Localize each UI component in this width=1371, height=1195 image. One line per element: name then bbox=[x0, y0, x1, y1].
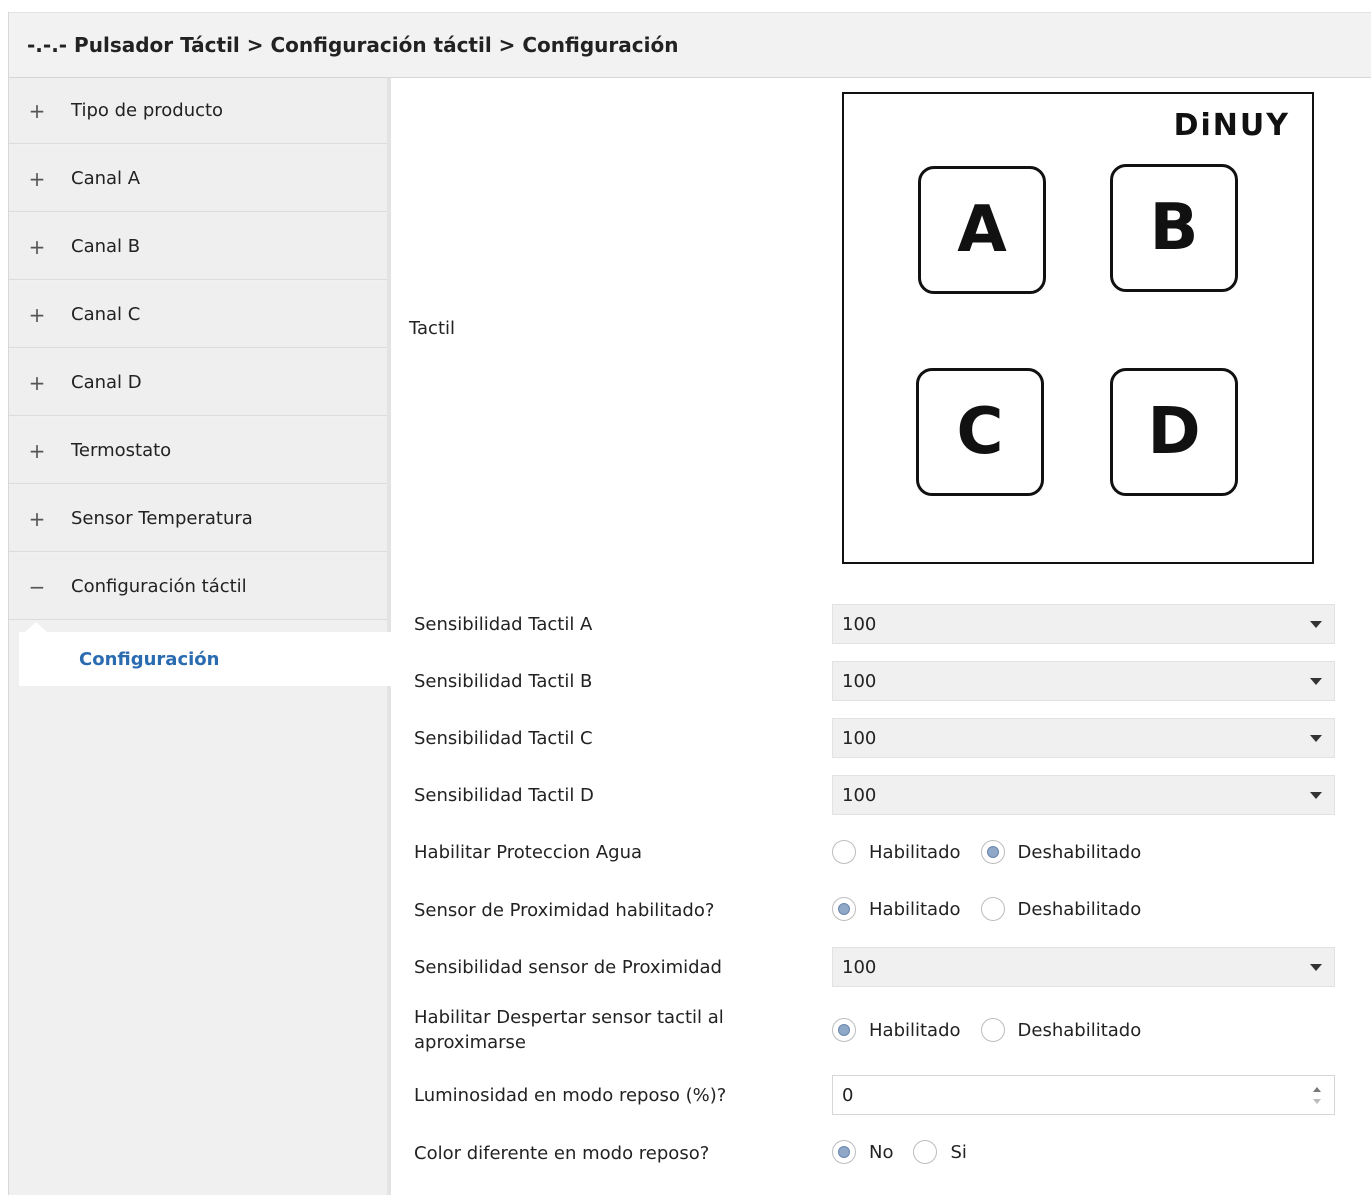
expand-icon: + bbox=[28, 234, 46, 259]
param-label: Luminosidad en modo reposo (%)? bbox=[414, 1085, 727, 1106]
luminosidad-spinbox[interactable]: 0 bbox=[832, 1075, 1335, 1115]
radio-circle-icon bbox=[913, 1140, 938, 1164]
param-label: Habilitar Despertar sensor tactil al apr… bbox=[414, 1005, 724, 1055]
main-panel: Tactil DiNUY A B C D Sensibilidad Tactil… bbox=[391, 78, 1371, 1195]
radio-habilitado[interactable]: Habilitado bbox=[832, 1018, 961, 1042]
key-c: C bbox=[916, 368, 1044, 496]
radio-label: Deshabilitado bbox=[1017, 1019, 1142, 1041]
radio-label: Deshabilitado bbox=[1017, 898, 1142, 920]
radio-circle-icon bbox=[980, 897, 1005, 921]
sidebar-item-canal-d[interactable]: + Canal D bbox=[9, 350, 387, 416]
radio-deshabilitado[interactable]: Deshabilitado bbox=[980, 1018, 1142, 1042]
radio-label: Habilitado bbox=[869, 898, 961, 920]
select-value: 100 bbox=[842, 670, 877, 692]
key-d: D bbox=[1110, 368, 1238, 496]
radio-deshabilitado[interactable]: Deshabilitado bbox=[980, 840, 1142, 864]
radio-circle-selected-icon bbox=[980, 840, 1005, 864]
sensibilidad-tactil-b-select[interactable]: 100 bbox=[832, 661, 1335, 701]
spin-up-icon[interactable] bbox=[1313, 1087, 1321, 1092]
sidebar-subitem-configuracion[interactable]: Configuración bbox=[19, 632, 391, 686]
spin-value: 0 bbox=[842, 1084, 854, 1106]
key-b: B bbox=[1110, 164, 1238, 292]
param-label: Color diferente en modo reposo? bbox=[414, 1143, 710, 1164]
touch-panel-image: DiNUY A B C D bbox=[842, 92, 1314, 564]
expand-icon: + bbox=[28, 506, 46, 531]
param-label: Sensibilidad sensor de Proximidad bbox=[414, 957, 722, 978]
sidebar-item-tipo-de-producto[interactable]: + Tipo de producto bbox=[9, 78, 387, 144]
radio-label: Habilitado bbox=[869, 1019, 961, 1041]
select-value: 100 bbox=[842, 956, 877, 978]
param-label: Habilitar Proteccion Agua bbox=[414, 842, 643, 863]
breadcrumb-title: -.-.- Pulsador Táctil > Configuración tá… bbox=[9, 12, 1371, 78]
param-label: Sensor de Proximidad habilitado? bbox=[414, 900, 715, 921]
sensibilidad-tactil-d-select[interactable]: 100 bbox=[832, 775, 1335, 815]
selection-notch-icon bbox=[25, 622, 47, 632]
radio-habilitado[interactable]: Habilitado bbox=[832, 840, 961, 864]
sidebar-item-canal-a[interactable]: + Canal A bbox=[9, 146, 387, 212]
chevron-down-icon bbox=[1310, 964, 1322, 971]
expand-icon: + bbox=[28, 166, 46, 191]
chevron-down-icon bbox=[1310, 621, 1322, 628]
radio-circle-selected-icon bbox=[832, 1018, 856, 1042]
sensor-proximidad-radio-group: Habilitado Deshabilitado bbox=[832, 897, 1161, 921]
sensibilidad-proximidad-select[interactable]: 100 bbox=[832, 947, 1335, 987]
expand-icon: + bbox=[28, 302, 46, 327]
radio-label: Deshabilitado bbox=[1017, 841, 1142, 863]
sensibilidad-tactil-a-select[interactable]: 100 bbox=[832, 604, 1335, 644]
radio-no[interactable]: No bbox=[832, 1140, 893, 1164]
param-label: Sensibilidad Tactil B bbox=[414, 671, 593, 692]
color-reposo-radio-group: No Si bbox=[832, 1140, 987, 1164]
select-value: 100 bbox=[842, 784, 877, 806]
chevron-down-icon bbox=[1310, 678, 1322, 685]
tactil-label: Tactil bbox=[409, 318, 456, 339]
sensibilidad-tactil-c-select[interactable]: 100 bbox=[832, 718, 1335, 758]
sidebar-item-sensor-temperatura[interactable]: + Sensor Temperatura bbox=[9, 486, 387, 552]
sidebar-item-label: Canal C bbox=[71, 304, 141, 325]
param-label: Sensibilidad Tactil A bbox=[414, 614, 593, 635]
sidebar-item-label: Configuración táctil bbox=[71, 576, 247, 597]
select-value: 100 bbox=[842, 613, 877, 635]
collapse-icon: − bbox=[28, 574, 46, 599]
chevron-down-icon bbox=[1310, 735, 1322, 742]
param-label-line: aproximarse bbox=[414, 1032, 526, 1053]
radio-deshabilitado[interactable]: Deshabilitado bbox=[980, 897, 1142, 921]
proteccion-agua-radio-group: Habilitado Deshabilitado bbox=[832, 840, 1161, 864]
sidebar-item-canal-c[interactable]: + Canal C bbox=[9, 282, 387, 348]
despertar-radio-group: Habilitado Deshabilitado bbox=[832, 1018, 1161, 1042]
param-label-line: Habilitar Despertar sensor tactil al bbox=[414, 1007, 724, 1028]
radio-label: Habilitado bbox=[869, 841, 961, 863]
sidebar-item-canal-b[interactable]: + Canal B bbox=[9, 214, 387, 280]
expand-icon: + bbox=[28, 438, 46, 463]
param-label: Sensibilidad Tactil C bbox=[414, 728, 593, 749]
sidebar-item-label: Tipo de producto bbox=[71, 100, 224, 121]
param-label: Sensibilidad Tactil D bbox=[414, 785, 594, 806]
sidebar-item-configuracion-tactil[interactable]: − Configuración táctil bbox=[9, 554, 387, 620]
radio-label: Si bbox=[950, 1141, 967, 1163]
key-a: A bbox=[918, 166, 1046, 294]
select-value: 100 bbox=[842, 727, 877, 749]
sidebar-item-label: Canal A bbox=[71, 168, 141, 189]
radio-circle-selected-icon bbox=[832, 897, 856, 921]
sidebar-item-label: Sensor Temperatura bbox=[71, 508, 253, 529]
radio-circle-selected-icon bbox=[832, 1140, 856, 1164]
sidebar-item-label: Canal D bbox=[71, 372, 142, 393]
expand-icon: + bbox=[28, 98, 46, 123]
sidebar-item-label: Termostato bbox=[71, 440, 172, 461]
sidebar-item-label: Canal B bbox=[71, 236, 141, 257]
sidebar-item-termostato[interactable]: + Termostato bbox=[9, 418, 387, 484]
chevron-down-icon bbox=[1310, 792, 1322, 799]
radio-label: No bbox=[869, 1141, 894, 1163]
radio-circle-icon bbox=[832, 840, 856, 864]
window: -.-.- Pulsador Táctil > Configuración tá… bbox=[8, 12, 1371, 1195]
radio-si[interactable]: Si bbox=[913, 1140, 967, 1164]
spin-down-icon[interactable] bbox=[1313, 1099, 1321, 1104]
radio-circle-icon bbox=[980, 1018, 1005, 1042]
radio-habilitado[interactable]: Habilitado bbox=[832, 897, 961, 921]
expand-icon: + bbox=[28, 370, 46, 395]
brand-logo: DiNUY bbox=[1173, 108, 1290, 143]
